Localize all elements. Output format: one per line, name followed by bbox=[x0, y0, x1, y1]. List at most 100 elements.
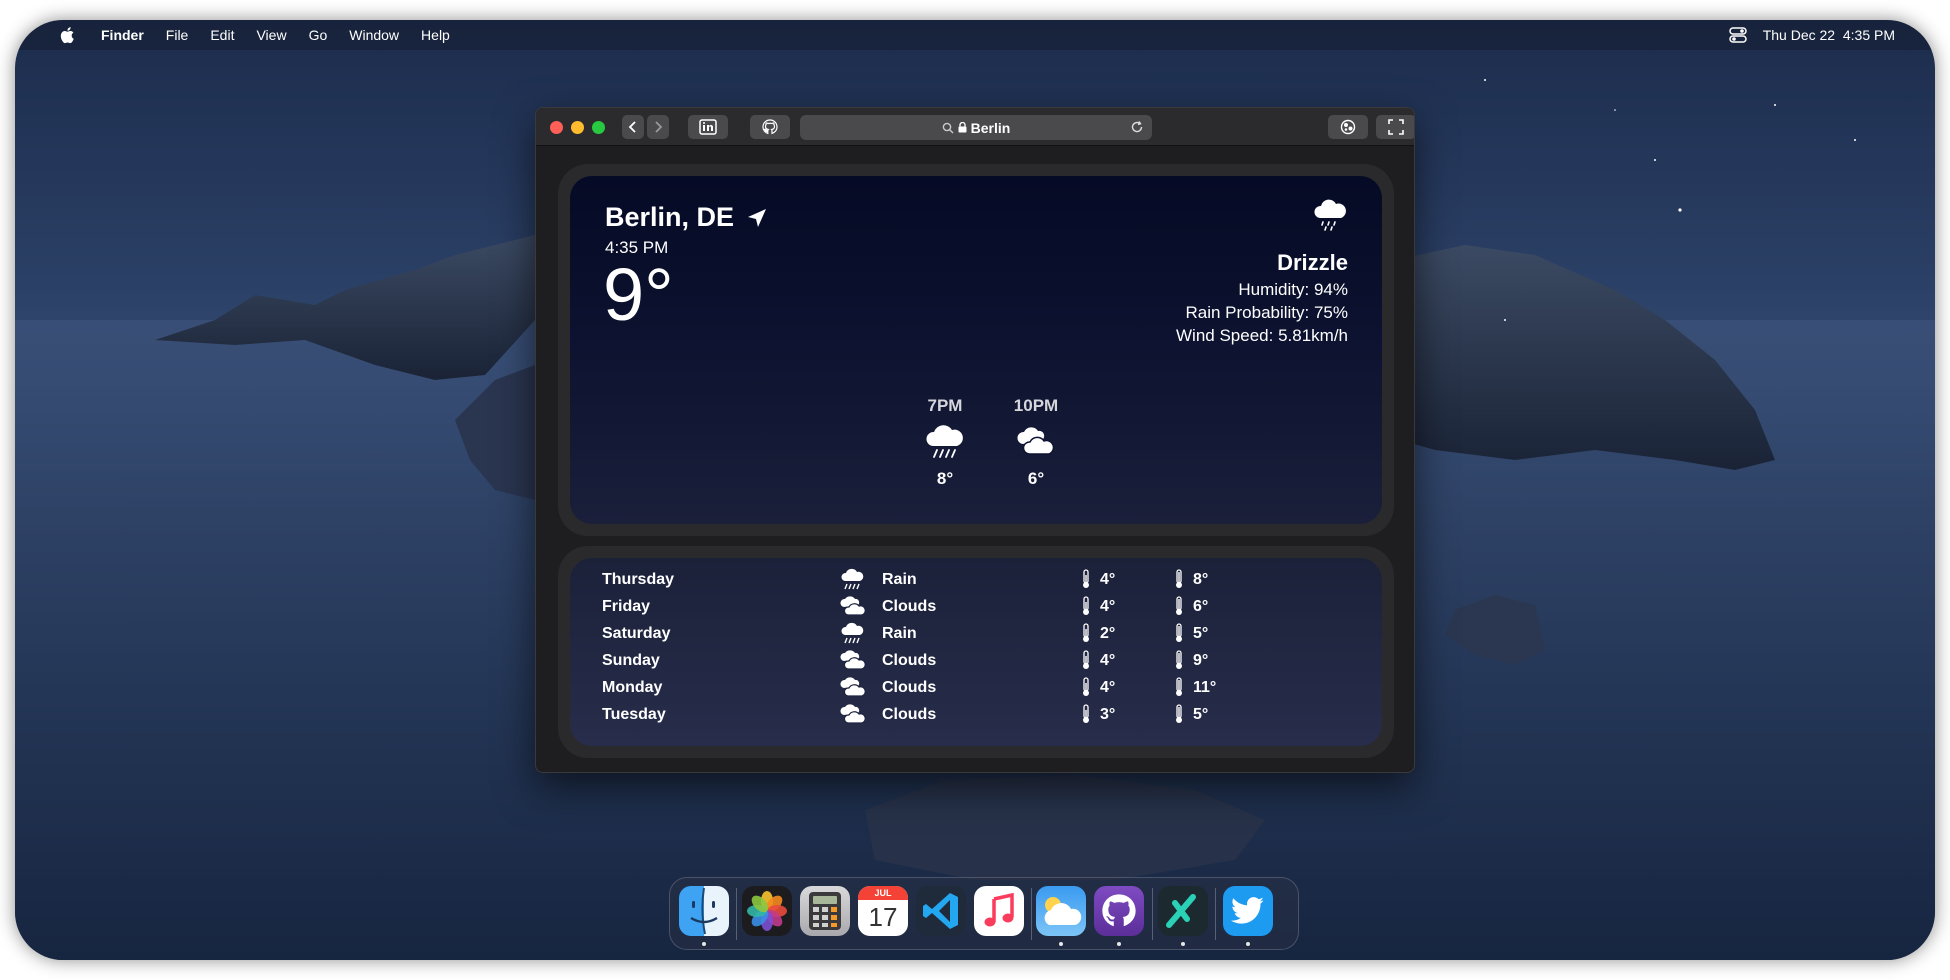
thermometer-icon bbox=[1176, 704, 1182, 723]
menu-view[interactable]: View bbox=[256, 27, 286, 43]
forecast-row: Saturday Rain 2° 5° bbox=[570, 620, 1382, 647]
location-arrow-icon[interactable] bbox=[746, 207, 768, 229]
forward-button[interactable] bbox=[647, 115, 669, 139]
vscode-icon bbox=[923, 893, 958, 929]
running-indicator bbox=[1246, 942, 1250, 946]
dock-vscode[interactable] bbox=[916, 886, 966, 936]
forecast-row: Thursday Rain 4° 8° bbox=[570, 566, 1382, 593]
address-text: Berlin bbox=[970, 119, 1011, 136]
forecast-max: 5° bbox=[1193, 625, 1209, 642]
linkedin-button[interactable] bbox=[688, 115, 728, 139]
dock-github[interactable] bbox=[1094, 886, 1144, 936]
menu-app-name[interactable]: Finder bbox=[101, 27, 144, 43]
forecast-row: Monday Clouds 4° 11° bbox=[570, 674, 1382, 701]
forecast-desc: Clouds bbox=[882, 679, 937, 696]
drizzle-icon bbox=[1314, 199, 1346, 231]
twitter-bird-icon bbox=[1231, 897, 1264, 924]
zoom-button[interactable] bbox=[592, 121, 605, 134]
dock-calculator[interactable] bbox=[800, 886, 850, 936]
dock-notes[interactable] bbox=[1158, 886, 1208, 936]
forecast-max: 5° bbox=[1193, 706, 1209, 723]
thermometer-icon bbox=[1176, 677, 1182, 696]
rain-cloud-icon bbox=[926, 425, 963, 458]
linkedin-icon bbox=[699, 119, 717, 135]
menu-edit[interactable]: Edit bbox=[210, 27, 234, 43]
theme-icon bbox=[1340, 119, 1356, 135]
wind-speed-text: Wind Speed: 5.81km/h bbox=[1176, 326, 1348, 345]
forecast-min: 4° bbox=[1100, 652, 1116, 669]
running-indicator bbox=[1117, 942, 1121, 946]
forecast-desc: Rain bbox=[882, 625, 917, 642]
back-button[interactable] bbox=[622, 115, 644, 139]
chevron-right-icon bbox=[655, 121, 663, 133]
menu-file[interactable]: File bbox=[166, 27, 189, 43]
forecast-desc: Clouds bbox=[882, 706, 937, 723]
forecast-min: 3° bbox=[1100, 706, 1116, 723]
menu-go[interactable]: Go bbox=[309, 27, 328, 43]
dock: JUL 17 bbox=[669, 877, 1299, 950]
forecast-row: Sunday Clouds 4° 9° bbox=[570, 647, 1382, 674]
github-icon bbox=[762, 119, 778, 135]
hourly-item: 7PM 8° bbox=[910, 396, 980, 489]
running-indicator bbox=[1059, 942, 1063, 946]
dock-photos[interactable] bbox=[742, 886, 792, 936]
calendar-day: 17 bbox=[868, 902, 898, 932]
menu-window[interactable]: Window bbox=[349, 27, 399, 43]
calculator-icon bbox=[809, 892, 841, 930]
condition-text: Drizzle bbox=[1277, 250, 1348, 275]
music-note-icon bbox=[984, 893, 1014, 927]
dock-music[interactable] bbox=[974, 886, 1024, 936]
github-button[interactable] bbox=[750, 115, 790, 139]
finder-icon bbox=[690, 887, 718, 935]
clouds-icon bbox=[1017, 427, 1055, 455]
address-bar[interactable]: Berlin bbox=[800, 115, 1152, 140]
close-button[interactable] bbox=[550, 121, 563, 134]
forecast-row: Tuesday Clouds 3° 5° bbox=[570, 701, 1382, 728]
apple-icon[interactable] bbox=[59, 26, 75, 44]
control-center-icon[interactable] bbox=[1728, 27, 1747, 43]
dock-weather[interactable] bbox=[1036, 886, 1086, 936]
running-indicator bbox=[702, 942, 706, 946]
forecast-min: 4° bbox=[1100, 679, 1116, 696]
forecast-card: Thursday Rain 4° 8° Friday Clouds 4° 6° … bbox=[570, 558, 1382, 746]
forecast-max: 9° bbox=[1193, 652, 1209, 669]
github-icon bbox=[1102, 894, 1136, 927]
clouds-icon bbox=[840, 596, 866, 616]
running-indicator bbox=[1181, 942, 1185, 946]
rain-icon bbox=[841, 568, 864, 590]
current-weather-card: Berlin, DE 4:35 PM 9° Drizzle Humidity: … bbox=[570, 176, 1382, 524]
forecast-desc: Rain bbox=[882, 571, 917, 588]
dock-twitter[interactable] bbox=[1223, 886, 1273, 936]
forecast-panel: Thursday Rain 4° 8° Friday Clouds 4° 6° … bbox=[558, 546, 1394, 758]
dock-calendar[interactable]: JUL 17 bbox=[858, 886, 908, 936]
forecast-desc: Clouds bbox=[882, 598, 937, 615]
dock-finder[interactable] bbox=[679, 886, 729, 936]
thermometer-icon bbox=[1176, 596, 1182, 615]
menu-bar: Finder File Edit View Go Window Help Thu… bbox=[15, 20, 1935, 50]
extension-button[interactable] bbox=[1328, 115, 1368, 139]
current-temperature: 9° bbox=[603, 253, 674, 336]
dock-separator bbox=[1031, 888, 1032, 940]
menu-help[interactable]: Help bbox=[421, 27, 450, 43]
reload-icon[interactable] bbox=[1130, 120, 1144, 134]
rain-probability-text: Rain Probability: 75% bbox=[1185, 303, 1348, 322]
thermometer-icon bbox=[1083, 704, 1089, 723]
menu-clock[interactable]: Thu Dec 22 4:35 PM bbox=[1763, 27, 1895, 43]
forecast-desc: Clouds bbox=[882, 652, 937, 669]
clouds-icon bbox=[840, 704, 866, 724]
fullscreen-icon bbox=[1388, 119, 1404, 135]
forecast-day: Tuesday bbox=[602, 706, 666, 723]
hourly-item: 10PM 6° bbox=[1001, 396, 1071, 489]
city-name: Berlin, DE bbox=[605, 202, 735, 232]
thermometer-icon bbox=[1083, 596, 1089, 615]
minimize-button[interactable] bbox=[571, 121, 584, 134]
current-weather-panel: Berlin, DE 4:35 PM 9° Drizzle Humidity: … bbox=[558, 164, 1394, 536]
photos-icon bbox=[747, 891, 787, 931]
forecast-day: Thursday bbox=[602, 571, 675, 588]
fullscreen-button[interactable] bbox=[1376, 115, 1414, 139]
hourly-time: 10PM bbox=[1013, 396, 1059, 415]
clouds-icon bbox=[840, 677, 866, 697]
humidity-text: Humidity: 94% bbox=[1238, 280, 1348, 299]
thermometer-icon bbox=[1176, 569, 1182, 588]
thermometer-icon bbox=[1083, 569, 1089, 588]
